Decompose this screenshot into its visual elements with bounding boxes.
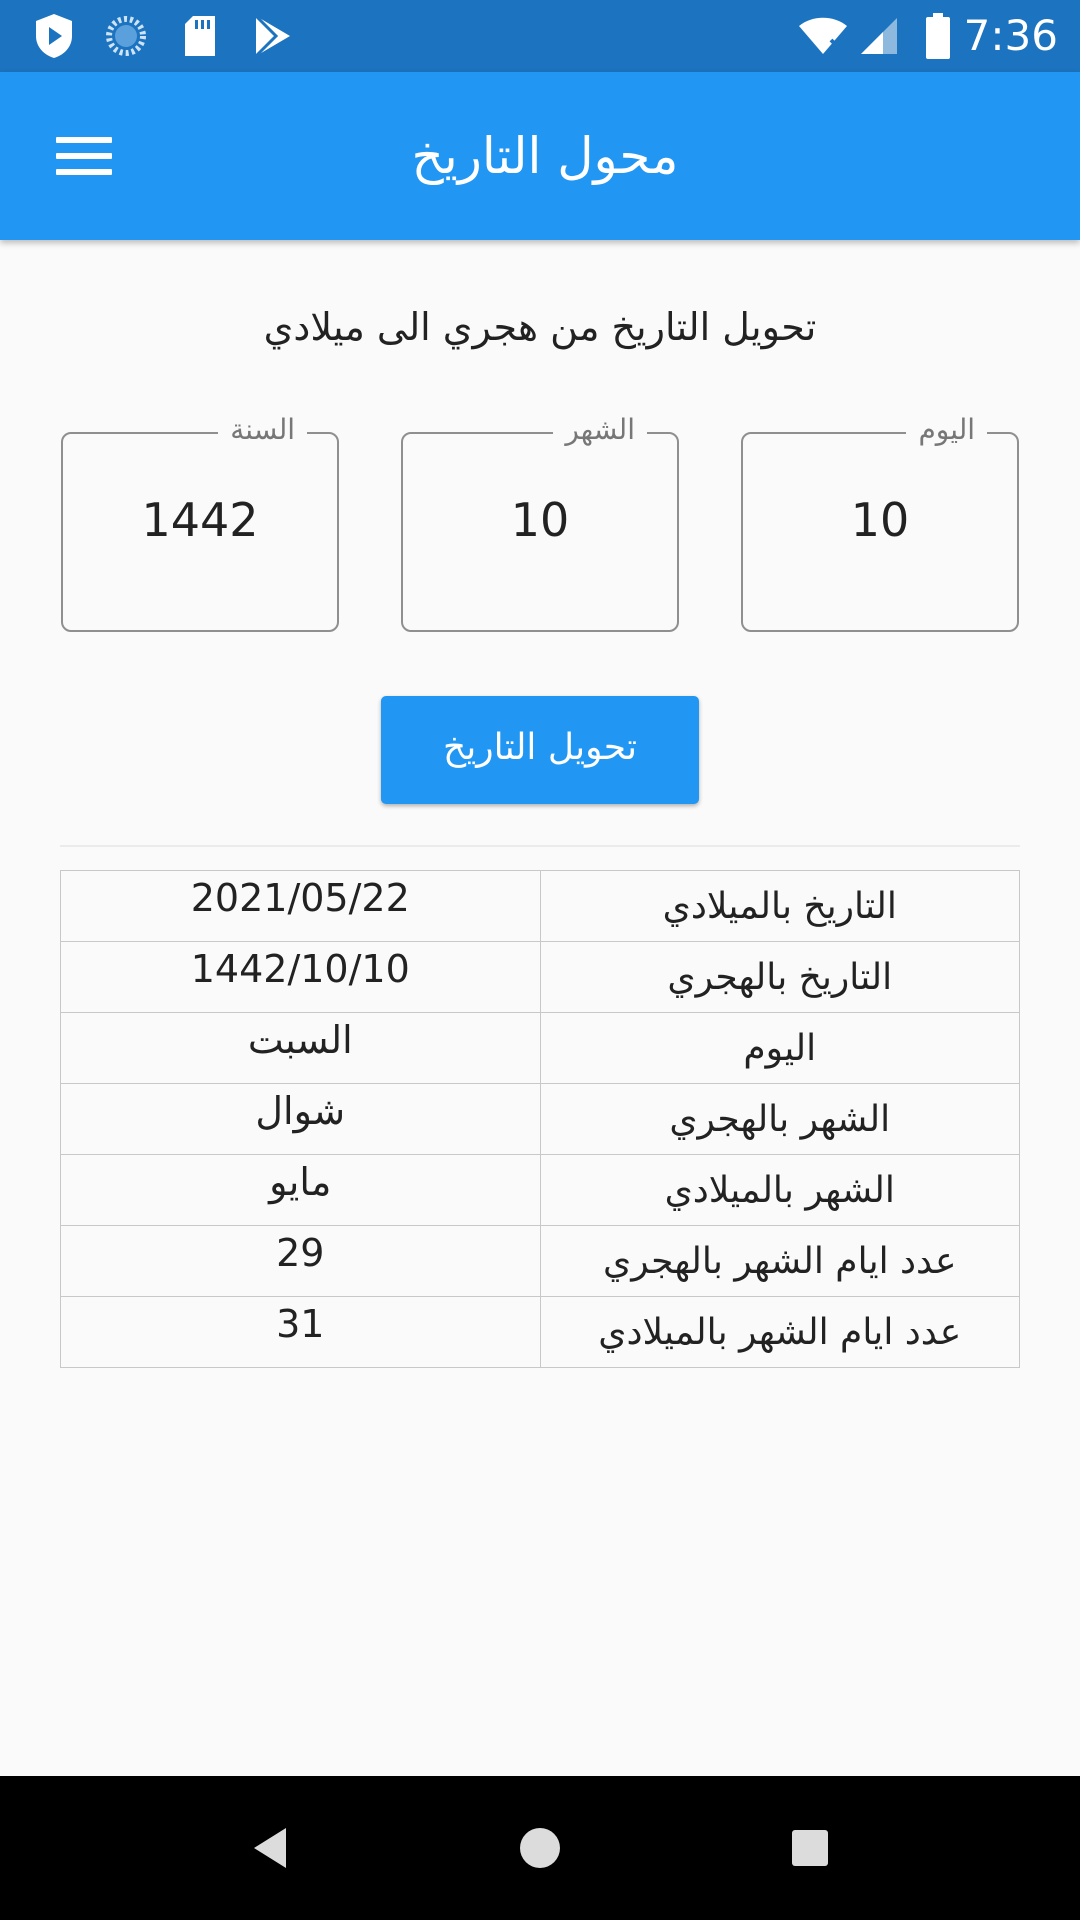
- result-label: الشهر بالهجري: [539, 1083, 1020, 1155]
- table-row: السبت اليوم: [60, 1012, 1020, 1084]
- result-label: التاريخ بالهجري: [539, 941, 1020, 1013]
- day-field-value[interactable]: 10: [743, 490, 1017, 550]
- result-label: التاريخ بالميلادي: [539, 870, 1020, 942]
- loading-icon: [100, 0, 152, 72]
- year-field-value[interactable]: 1442: [63, 490, 337, 550]
- convert-button[interactable]: تحويل التاريخ: [381, 696, 699, 804]
- month-field-value[interactable]: 10: [403, 490, 677, 550]
- result-value: 31: [60, 1296, 541, 1368]
- results-table: 2021/05/22 التاريخ بالميلادي 1442/10/10 الت…: [60, 870, 1020, 1368]
- back-icon[interactable]: [198, 1776, 342, 1920]
- page-title: محول التاريخ: [411, 127, 679, 185]
- divider: [60, 845, 1020, 847]
- signal-icon: [856, 0, 902, 72]
- table-row: 29 عدد ايام الشهر بالهجري: [60, 1225, 1020, 1297]
- result-label: عدد ايام الشهر بالهجري: [539, 1225, 1020, 1297]
- sd-card-icon: [174, 0, 226, 72]
- app-bar: محول التاريخ: [0, 72, 1080, 240]
- year-field[interactable]: السنة 1442: [61, 412, 339, 632]
- result-value: 29: [60, 1225, 541, 1297]
- table-row: 2021/05/22 التاريخ بالميلادي: [60, 870, 1020, 942]
- home-icon[interactable]: [468, 1776, 612, 1920]
- table-row: 1442/10/10 التاريخ بالهجري: [60, 941, 1020, 1013]
- month-field-label: الشهر: [553, 412, 647, 448]
- recents-icon[interactable]: [738, 1776, 882, 1920]
- result-value: مايو: [60, 1154, 541, 1226]
- result-label: الشهر بالميلادي: [539, 1154, 1020, 1226]
- result-value: 2021/05/22: [60, 870, 541, 942]
- result-value: شوال: [60, 1083, 541, 1155]
- converter-subtitle: تحويل التاريخ من هجري الى ميلادي: [263, 305, 817, 349]
- day-field[interactable]: اليوم 10: [741, 412, 1019, 632]
- status-bar: 7:36: [0, 0, 1080, 72]
- result-value: السبت: [60, 1012, 541, 1084]
- battery-icon: [920, 0, 956, 72]
- result-value: 1442/10/10: [60, 941, 541, 1013]
- table-row: مايو الشهر بالميلادي: [60, 1154, 1020, 1226]
- table-row: 31 عدد ايام الشهر بالميلادي: [60, 1296, 1020, 1368]
- result-label: اليوم: [539, 1012, 1020, 1084]
- month-field[interactable]: الشهر 10: [401, 412, 679, 632]
- day-field-label: اليوم: [906, 412, 987, 448]
- result-label: عدد ايام الشهر بالميلادي: [539, 1296, 1020, 1368]
- shield-play-icon: [28, 0, 80, 72]
- wifi-off-icon: [796, 0, 850, 72]
- navigation-bar: [0, 1776, 1080, 1920]
- play-store-icon: [246, 0, 298, 72]
- status-time: 7:36: [963, 11, 1058, 60]
- year-field-label: السنة: [218, 412, 307, 448]
- table-row: شوال الشهر بالهجري: [60, 1083, 1020, 1155]
